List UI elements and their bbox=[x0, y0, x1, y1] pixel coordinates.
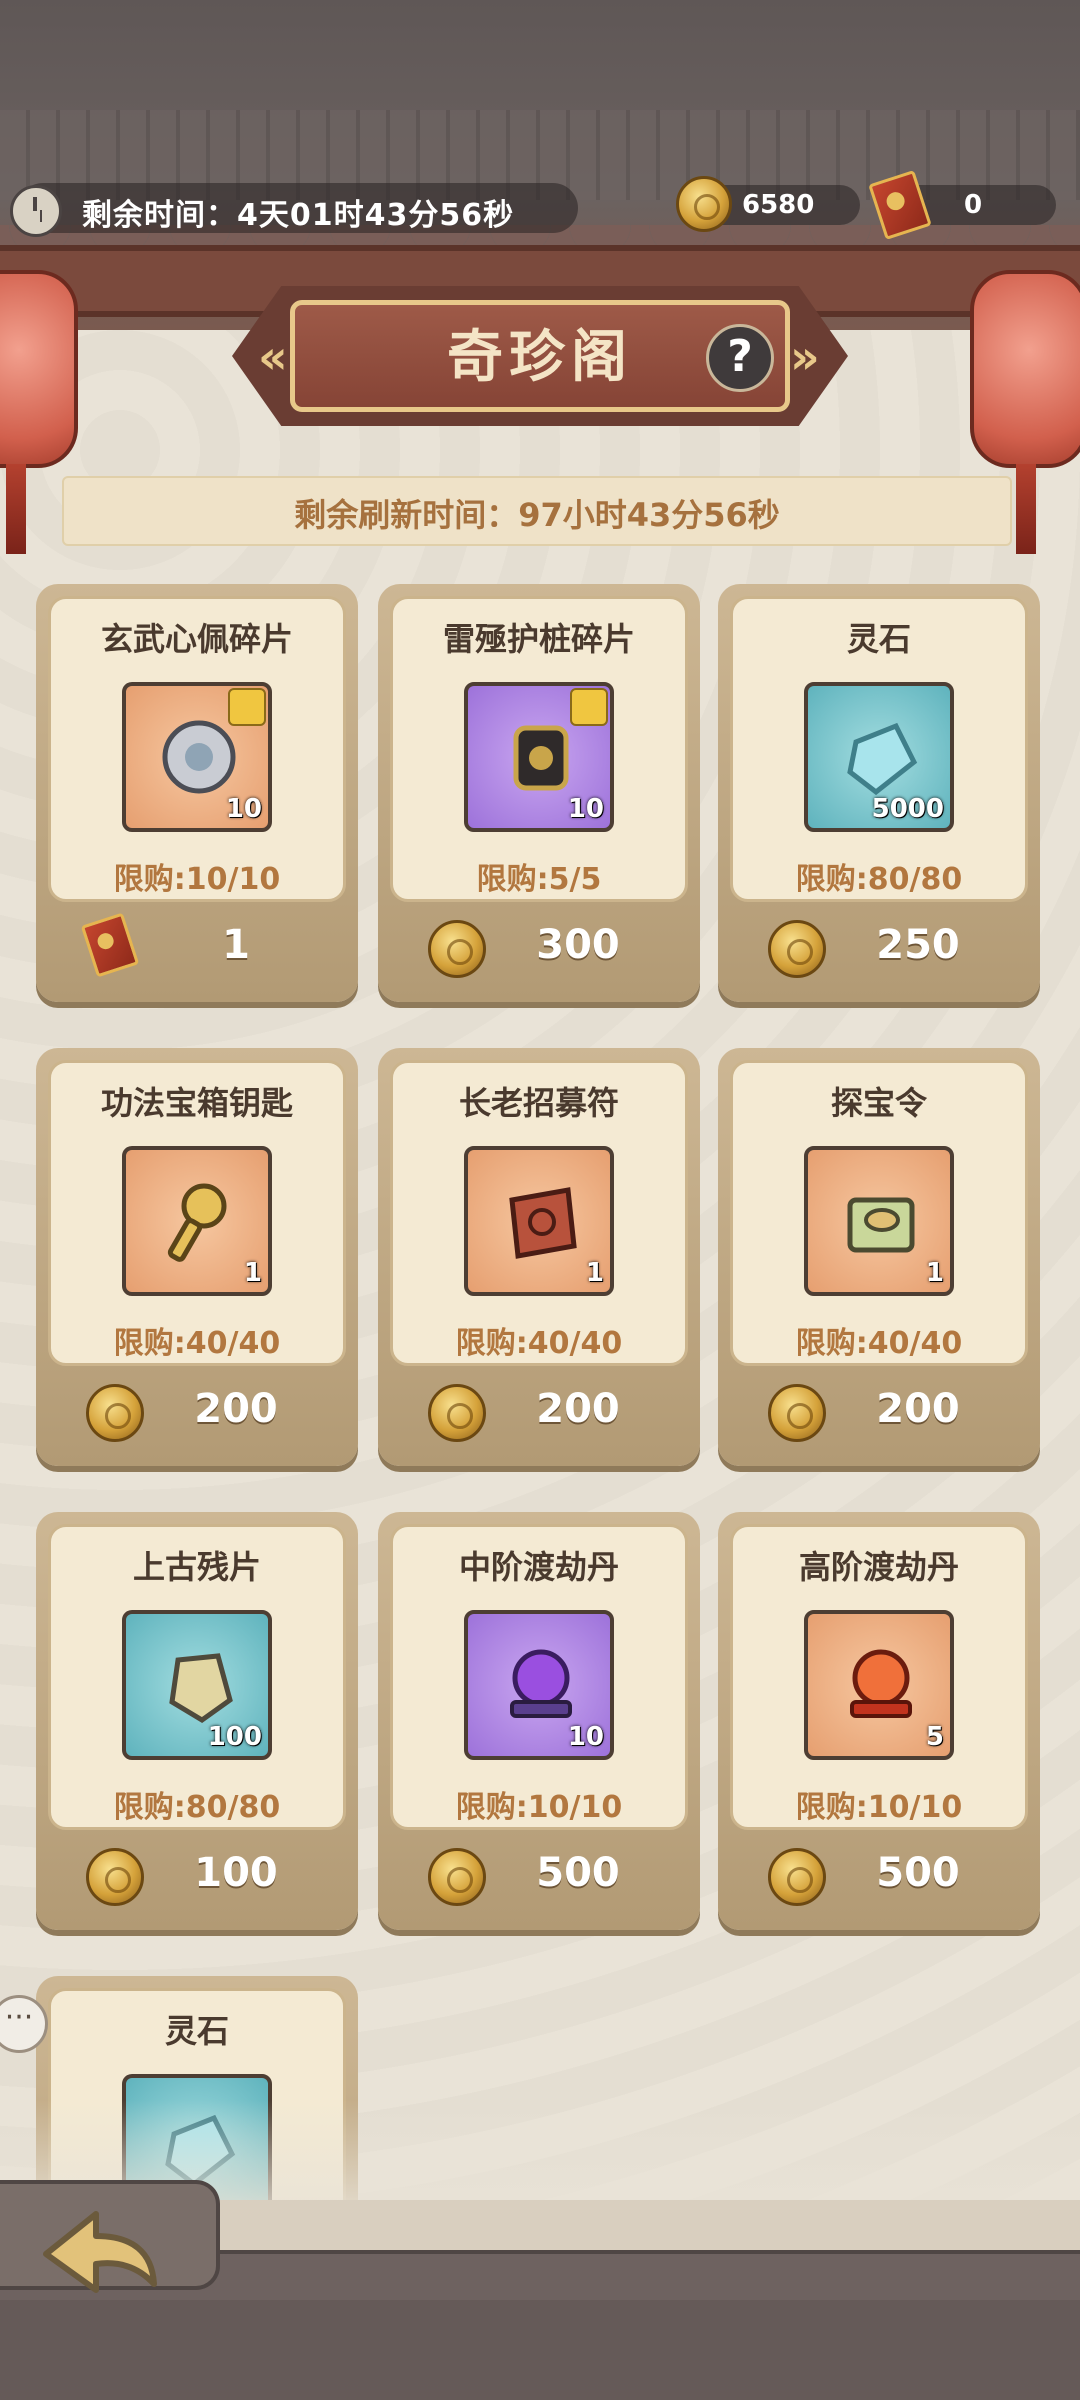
price-button[interactable]: 500 bbox=[378, 1846, 700, 1906]
item-name: 灵石 bbox=[846, 620, 911, 658]
item-art-icon bbox=[510, 1649, 572, 1718]
shop-item-card[interactable]: 玄武心佩碎片 10 限购:10/10 1 bbox=[36, 584, 358, 1002]
price-button[interactable]: 200 bbox=[718, 1382, 1040, 1442]
item-count: 1 bbox=[585, 1258, 604, 1288]
clock-icon bbox=[10, 185, 62, 237]
item-art-icon bbox=[847, 1197, 915, 1253]
item-count: 100 bbox=[207, 1722, 262, 1752]
purchase-limit: 限购:80/80 bbox=[795, 862, 963, 897]
shop-item-card[interactable]: 雷殛护桩碎片 10 限购:5/5 300 bbox=[378, 584, 700, 1002]
price-button[interactable]: 200 bbox=[378, 1382, 700, 1442]
shop-item-card[interactable]: 中阶渡劫丹 10 限购:10/10 500 bbox=[378, 1512, 700, 1930]
gold-coin-icon bbox=[676, 176, 732, 232]
item-art-icon bbox=[509, 1187, 577, 1259]
item-price: 300 bbox=[536, 922, 620, 968]
item-icon-frame[interactable]: 1 bbox=[464, 1146, 614, 1296]
item-count: 5 bbox=[925, 1722, 944, 1752]
item-price: 250 bbox=[876, 922, 960, 968]
gold-coin-icon bbox=[768, 920, 826, 978]
item-icon-frame[interactable]: 5 bbox=[804, 1610, 954, 1760]
right-lantern bbox=[970, 270, 1080, 554]
shop-item-card[interactable]: 灵石 5000 限购:80/80 250 bbox=[718, 584, 1040, 1002]
shop-screen: 剩余时间：4天01时43分56秒 6580 0 « » 奇珍阁 ? 剩余刷新时间… bbox=[0, 0, 1080, 2400]
item-price: 200 bbox=[194, 1386, 278, 1432]
price-button[interactable]: 500 bbox=[718, 1846, 1040, 1906]
item-name: 灵石 bbox=[164, 2012, 229, 2050]
plaque-left-ornament: « bbox=[258, 330, 288, 384]
item-count: 10 bbox=[567, 1722, 604, 1752]
item-price: 500 bbox=[536, 1850, 620, 1896]
item-icon-frame[interactable]: 100 bbox=[122, 1610, 272, 1760]
purchase-limit: 限购:10/10 bbox=[455, 1790, 623, 1825]
price-button[interactable]: 100 bbox=[36, 1846, 358, 1906]
puzzle-piece-icon bbox=[228, 688, 266, 726]
left-lantern bbox=[0, 270, 78, 554]
item-count: 1 bbox=[243, 1258, 262, 1288]
item-icon-frame[interactable]: 10 bbox=[464, 682, 614, 832]
shop-item-card[interactable]: 上古残片 100 限购:80/80 100 bbox=[36, 1512, 358, 1930]
item-count: 10 bbox=[225, 794, 262, 824]
item-price: 1 bbox=[222, 922, 250, 968]
purchase-limit: 限购:80/80 bbox=[113, 1790, 281, 1825]
item-count: 10 bbox=[567, 794, 604, 824]
item-name: 中阶渡劫丹 bbox=[458, 1548, 619, 1586]
item-art-icon bbox=[850, 1649, 912, 1718]
item-art-icon bbox=[162, 720, 236, 794]
purchase-limit: 限购:40/40 bbox=[455, 1326, 623, 1361]
gold-coin-icon bbox=[86, 1384, 144, 1442]
puzzle-piece-icon bbox=[570, 688, 608, 726]
item-icon-frame[interactable]: 1 bbox=[122, 1146, 272, 1296]
item-name: 功法宝箱钥匙 bbox=[100, 1084, 293, 1122]
remaining-time-text: 剩余时间：4天01时43分56秒 bbox=[82, 198, 515, 233]
shop-item-card[interactable]: 功法宝箱钥匙 1 限购:40/40 200 bbox=[36, 1048, 358, 1466]
item-art-icon bbox=[167, 1183, 227, 1262]
purchase-limit: 限购:10/10 bbox=[795, 1790, 963, 1825]
item-price: 200 bbox=[536, 1386, 620, 1432]
gold-coin-icon bbox=[768, 1384, 826, 1442]
price-button[interactable]: 300 bbox=[378, 918, 700, 978]
gold-coin-icon bbox=[86, 1848, 144, 1906]
purchase-limit: 限购:40/40 bbox=[113, 1326, 281, 1361]
shop-item-card[interactable]: 探宝令 1 限购:40/40 200 bbox=[718, 1048, 1040, 1466]
item-count: 5000 bbox=[871, 794, 944, 824]
gold-coin-icon bbox=[428, 920, 486, 978]
item-name: 高阶渡劫丹 bbox=[798, 1548, 959, 1586]
item-price: 100 bbox=[194, 1850, 278, 1896]
shop-item-card[interactable]: 高阶渡劫丹 5 限购:10/10 500 bbox=[718, 1512, 1040, 1930]
item-name: 雷殛护桩碎片 bbox=[442, 620, 635, 658]
item-art-icon bbox=[513, 725, 569, 791]
gold-coin-icon bbox=[428, 1848, 486, 1906]
price-button[interactable]: 250 bbox=[718, 918, 1040, 978]
item-icon-frame[interactable]: 1 bbox=[804, 1146, 954, 1296]
item-name: 玄武心佩碎片 bbox=[100, 620, 293, 658]
price-button[interactable]: 1 bbox=[36, 912, 358, 978]
item-art-icon bbox=[847, 722, 918, 796]
ticket-icon bbox=[80, 912, 140, 978]
gold-coin-icon bbox=[428, 1384, 486, 1442]
refresh-time-text: 剩余刷新时间：97小时43分56秒 bbox=[294, 496, 780, 534]
price-button[interactable]: 200 bbox=[36, 1382, 358, 1442]
purchase-limit: 限购:5/5 bbox=[476, 862, 602, 897]
item-art-icon bbox=[169, 1653, 233, 1723]
item-icon-frame[interactable]: 5000 bbox=[804, 682, 954, 832]
item-count: 1 bbox=[925, 1258, 944, 1288]
item-name: 长老招募符 bbox=[458, 1084, 619, 1122]
purchase-limit: 限购:10/10 bbox=[113, 862, 281, 897]
item-icon-frame[interactable]: 10 bbox=[122, 682, 272, 832]
gold-coin-icon bbox=[768, 1848, 826, 1906]
item-price: 200 bbox=[876, 1386, 960, 1432]
item-price: 500 bbox=[876, 1850, 960, 1896]
ticket-amount: 0 bbox=[964, 190, 983, 220]
purchase-limit: 限购:40/40 bbox=[795, 1326, 963, 1361]
shop-item-card[interactable]: 长老招募符 1 限购:40/40 200 bbox=[378, 1048, 700, 1466]
item-icon-frame[interactable]: 10 bbox=[464, 1610, 614, 1760]
item-name: 上古残片 bbox=[132, 1548, 261, 1586]
help-button[interactable]: ? bbox=[706, 324, 774, 392]
item-name: 探宝令 bbox=[830, 1084, 927, 1122]
gold-amount: 6580 bbox=[742, 190, 815, 220]
plaque-right-ornament: » bbox=[790, 330, 820, 384]
back-arrow-icon[interactable] bbox=[36, 2204, 166, 2304]
screen-bottom bbox=[0, 2300, 1080, 2400]
